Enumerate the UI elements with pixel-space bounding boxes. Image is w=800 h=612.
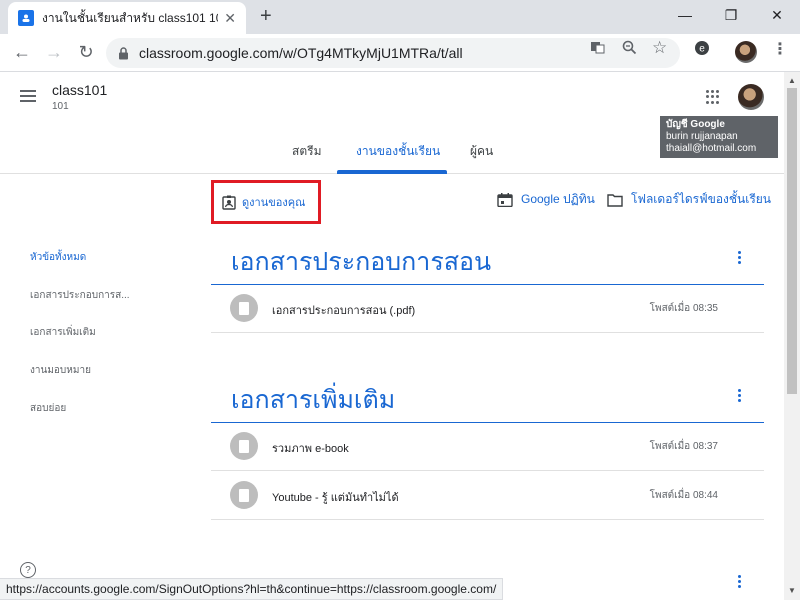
- scroll-thumb[interactable]: [787, 88, 797, 394]
- main-menu-icon[interactable]: [20, 90, 36, 105]
- minimize-icon[interactable]: —: [662, 0, 708, 30]
- calendar-icon: [497, 192, 513, 207]
- restore-icon[interactable]: ❐: [708, 0, 754, 30]
- item-posted-time: โพสต์เมื่อ 08:35: [649, 303, 718, 314]
- classroom-header: class101 101 บัญชี Google burin rujjanap…: [0, 72, 784, 174]
- material-icon: [230, 432, 258, 460]
- new-tab-icon[interactable]: +: [260, 5, 272, 28]
- classroom-favicon-icon: [18, 10, 34, 26]
- page-scrollbar[interactable]: ▲ ▼: [784, 72, 800, 600]
- class-drive-folder-link[interactable]: โฟลเดอร์ไดรฟ์ของชั้นเรียน: [607, 190, 771, 209]
- browser-toolbar: ← → ↻ classroom.google.com/w/OTg4MTkyMjU…: [0, 34, 800, 72]
- reload-icon[interactable]: ↻: [75, 42, 97, 63]
- class-drive-folder-label: โฟลเดอร์ไดรฟ์ของชั้นเรียน: [631, 192, 772, 206]
- item-title: รวมภาพ e-book: [272, 443, 349, 455]
- account-avatar[interactable]: [738, 84, 764, 110]
- item-posted-time: โพสต์เมื่อ 08:44: [649, 490, 718, 501]
- class-tabs: สตรีม งานของชั้นเรียน ผู้คน: [0, 132, 784, 174]
- link-status-bar: https://accounts.google.com/SignOutOptio…: [0, 578, 504, 600]
- sidebar-item-all-topics[interactable]: หัวข้อทั้งหมด: [30, 250, 86, 265]
- item-title: Youtube - รู้ แต่มันทำไม่ได้: [272, 492, 399, 504]
- help-icon[interactable]: ?: [20, 562, 36, 578]
- translate-icon[interactable]: [590, 40, 605, 59]
- tab-title: งานในชั้นเรียนสำหรับ class101 101: [42, 10, 219, 25]
- tab-people[interactable]: ผู้คน: [470, 142, 493, 161]
- folder-icon: [607, 193, 623, 207]
- sidebar-item-extra-docs[interactable]: เอกสารเพิ่มเติม: [30, 325, 96, 340]
- tab-stream[interactable]: สตรีม: [292, 142, 321, 161]
- extension-icon[interactable]: e: [694, 40, 710, 60]
- sidebar-item-quizzes[interactable]: สอบย่อย: [30, 401, 66, 416]
- zoom-icon[interactable]: [622, 40, 637, 59]
- sidebar-item-assignments[interactable]: งานมอบหมาย: [30, 363, 91, 378]
- back-icon[interactable]: ←: [11, 42, 33, 63]
- material-icon: [230, 294, 258, 322]
- browser-menu-icon[interactable]: ⋮: [772, 39, 788, 59]
- classroom-app: class101 101 บัญชี Google burin rujjanap…: [0, 72, 784, 600]
- topic-title: เอกสารประกอบการสอน: [231, 248, 492, 276]
- class-section: 101: [52, 101, 69, 112]
- assignment-icon: [222, 195, 236, 210]
- list-item[interactable]: เอกสารประกอบการสอน (.pdf) โพสต์เมื่อ 08:…: [211, 285, 764, 333]
- tooltip-heading: บัญชี Google: [666, 119, 725, 130]
- google-apps-icon[interactable]: [706, 90, 720, 104]
- topic-more-icon[interactable]: [738, 389, 742, 404]
- view-your-work-button[interactable]: ดูงานของคุณ: [211, 180, 321, 224]
- scroll-down-icon[interactable]: ▼: [788, 586, 796, 595]
- tab-close-icon[interactable]: ✕: [224, 10, 236, 27]
- star-icon[interactable]: ☆: [652, 38, 667, 58]
- topic-title: เอกสารเพิ่มเติม: [231, 386, 396, 414]
- material-icon: [230, 481, 258, 509]
- active-tab-indicator: [337, 170, 447, 174]
- svg-text:e: e: [699, 44, 705, 55]
- lock-icon: [119, 46, 128, 59]
- view-your-work-label: ดูงานของคุณ: [242, 197, 306, 209]
- topic-more-icon[interactable]: [738, 251, 742, 266]
- scroll-up-icon[interactable]: ▲: [788, 76, 796, 85]
- class-name: class101: [52, 82, 108, 98]
- item-title: เอกสารประกอบการสอน (.pdf): [272, 305, 416, 317]
- list-item[interactable]: รวมภาพ e-book โพสต์เมื่อ 08:37: [211, 423, 764, 471]
- url-text: classroom.google.com/w/OTg4MTkyMjU1MTRa/…: [139, 45, 463, 61]
- google-calendar-link[interactable]: Google ปฏิทิน: [497, 190, 595, 209]
- browser-tab[interactable]: งานในชั้นเรียนสำหรับ class101 101 ✕: [8, 2, 246, 34]
- list-item[interactable]: Youtube - รู้ แต่มันทำไม่ได้ โพสต์เมื่อ …: [211, 472, 764, 520]
- tab-classwork[interactable]: งานของชั้นเรียน: [356, 142, 440, 161]
- google-calendar-label: Google ปฏิทิน: [521, 192, 595, 206]
- browser-tab-strip: งานในชั้นเรียนสำหรับ class101 101 ✕ + — …: [0, 0, 800, 34]
- item-posted-time: โพสต์เมื่อ 08:37: [649, 441, 718, 452]
- topic-more-icon[interactable]: [738, 575, 742, 590]
- window-close-icon[interactable]: ✕: [754, 0, 800, 30]
- profile-avatar[interactable]: [735, 41, 757, 63]
- forward-icon[interactable]: →: [43, 42, 65, 63]
- sidebar-item-teaching-docs[interactable]: เอกสารประกอบการส...: [30, 288, 130, 303]
